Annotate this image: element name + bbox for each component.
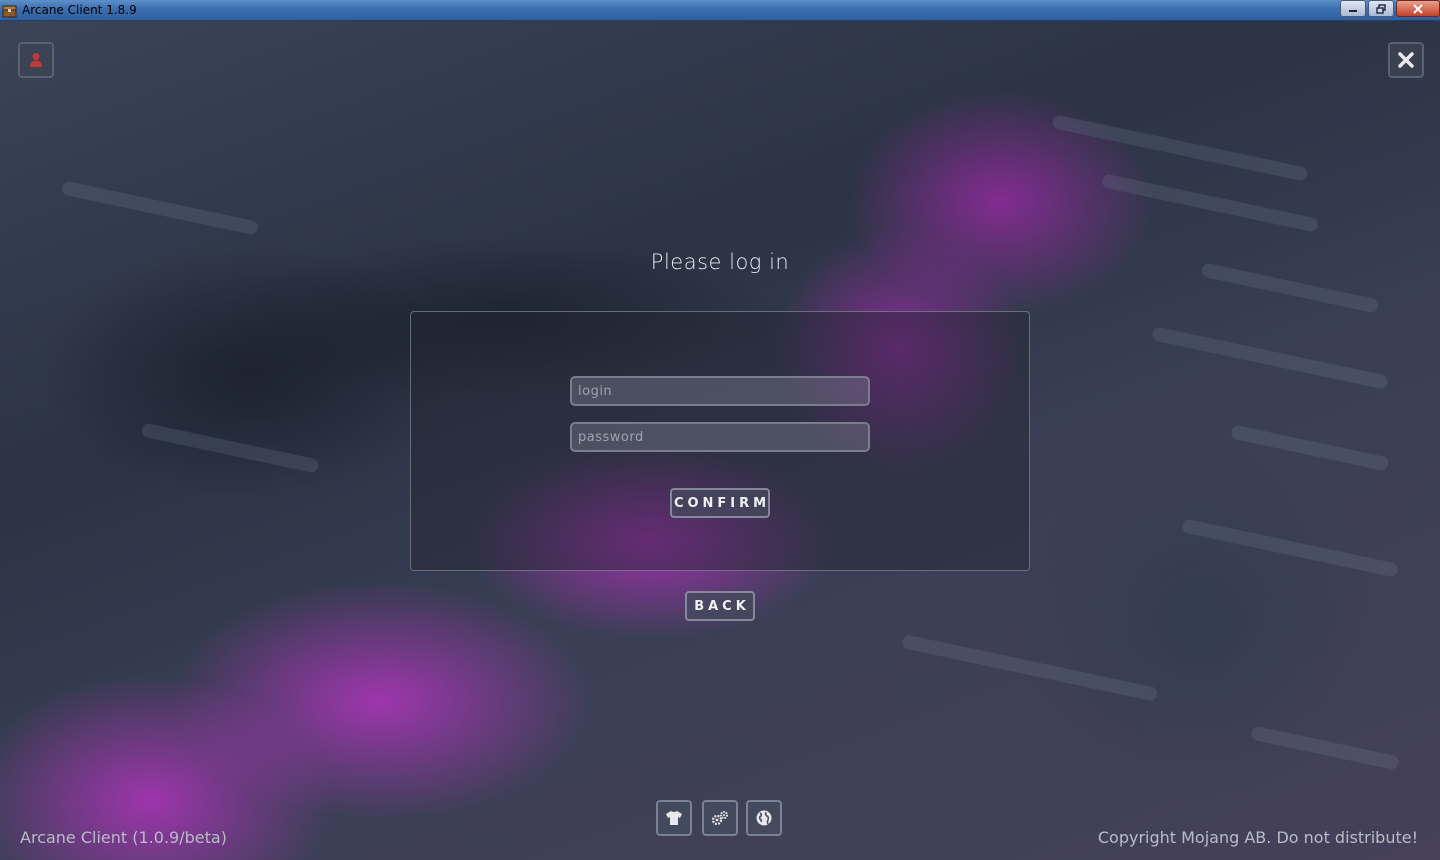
close-x-icon (1413, 3, 1423, 14)
window-controls (1340, 0, 1440, 19)
close-button[interactable] (1388, 42, 1424, 78)
language-button[interactable] (746, 800, 782, 836)
window-title: Arcane Client 1.8.9 (22, 3, 137, 17)
app-icon (2, 5, 17, 18)
back-button[interactable]: BACK (685, 591, 755, 621)
minimize-button[interactable] (1340, 0, 1366, 17)
skin-button[interactable] (656, 800, 692, 836)
copyright-label: Copyright Mojang AB. Do not distribute! (1097, 828, 1418, 847)
globe-icon (756, 810, 772, 826)
shirt-icon (666, 811, 682, 825)
account-button[interactable] (18, 42, 54, 78)
minimize-icon (1349, 9, 1357, 12)
restore-button[interactable] (1368, 0, 1394, 17)
settings-button[interactable] (702, 800, 738, 836)
user-icon (30, 53, 42, 67)
settings-icon (711, 811, 728, 826)
login-input[interactable] (570, 376, 870, 406)
confirm-button[interactable]: CONFIRM (670, 488, 770, 518)
version-label: Arcane Client (1.0.9/beta) (20, 828, 227, 847)
close-icon (1398, 52, 1414, 68)
window-titlebar: Arcane Client 1.8.9 (0, 0, 1440, 21)
page-title: Please log in (650, 250, 790, 274)
window-close-button[interactable] (1396, 0, 1440, 17)
restore-icon (1376, 3, 1386, 14)
password-input[interactable] (570, 422, 870, 452)
